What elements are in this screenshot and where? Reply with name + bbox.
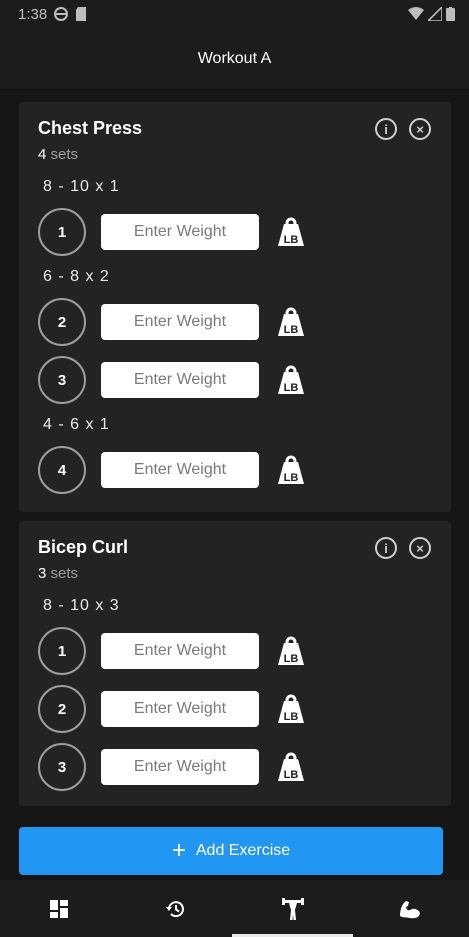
set-number: 2 <box>38 298 86 346</box>
exercise-name: Bicep Curl <box>38 537 129 557</box>
set-number: 1 <box>38 208 86 256</box>
exercise-set-count: 4 sets <box>38 146 78 163</box>
weight-unit-lb-icon[interactable]: LB <box>275 364 307 396</box>
set-row: 1 LB <box>38 627 328 675</box>
set-count-value: 4 <box>38 146 47 163</box>
weight-input[interactable] <box>101 362 259 398</box>
set-row: 2 LB <box>38 685 328 733</box>
nav-dashboard[interactable] <box>0 880 117 937</box>
rep-scheme-label: 6 - 8 x 2 <box>43 268 110 285</box>
set-row: 3 LB <box>38 743 328 791</box>
nav-history[interactable] <box>117 880 234 937</box>
exercise-name: Chest Press <box>38 118 143 138</box>
workout-icon <box>282 897 305 920</box>
page-title: Workout A <box>197 49 272 67</box>
set-row: 2 LB <box>38 298 328 346</box>
svg-text:LB: LB <box>284 653 299 665</box>
wifi-icon <box>408 7 424 20</box>
weight-input[interactable] <box>101 633 259 669</box>
set-count-suffix: sets <box>50 565 79 582</box>
battery-icon <box>446 7 455 21</box>
svg-text:LB: LB <box>284 234 299 246</box>
weight-unit-lb-icon[interactable]: LB <box>275 454 307 486</box>
muscle-icon <box>400 900 421 918</box>
exercise-set-count: 3 sets <box>38 565 78 582</box>
signal-icon <box>428 7 442 21</box>
weight-input[interactable] <box>101 691 259 727</box>
weight-input[interactable] <box>101 452 259 488</box>
svg-text:LB: LB <box>284 711 299 723</box>
dashboard-icon <box>49 899 68 918</box>
weight-unit-lb-icon[interactable]: LB <box>275 693 307 725</box>
vpn-icon <box>54 7 69 21</box>
weight-unit-lb-icon[interactable]: LB <box>275 216 307 248</box>
remove-exercise-icon[interactable]: × <box>409 537 431 559</box>
set-row: 4 LB <box>38 446 328 494</box>
nav-muscle[interactable] <box>352 880 469 937</box>
info-icon[interactable]: i <box>375 118 397 140</box>
set-count-suffix: sets <box>50 146 79 163</box>
exercise-card: Chest Press 4 sets i × 8 - 10 x 1 1 LB 6… <box>19 102 451 512</box>
set-row: 3 LB <box>38 356 328 404</box>
set-number: 3 <box>38 743 86 791</box>
history-icon <box>165 900 184 917</box>
add-exercise-button[interactable]: + Add Exercise <box>19 827 443 875</box>
status-time: 1:38 <box>18 5 48 23</box>
remove-exercise-icon[interactable]: × <box>409 118 431 140</box>
set-count-value: 3 <box>38 565 47 582</box>
bottom-navigation <box>0 880 469 937</box>
svg-text:LB: LB <box>284 769 299 781</box>
nav-workout[interactable] <box>235 880 352 937</box>
set-number: 4 <box>38 446 86 494</box>
info-icon[interactable]: i <box>375 537 397 559</box>
set-number: 3 <box>38 356 86 404</box>
set-number: 2 <box>38 685 86 733</box>
set-row: 1 LB <box>38 208 328 256</box>
exercise-list[interactable]: Chest Press 4 sets i × 8 - 10 x 1 1 LB 6… <box>0 90 469 880</box>
rep-scheme-label: 4 - 6 x 1 <box>43 416 110 433</box>
svg-text:LB: LB <box>284 382 299 394</box>
exercise-card: Bicep Curl 3 sets i × 8 - 10 x 3 1 LB 2 … <box>19 521 451 806</box>
svg-text:LB: LB <box>284 324 299 336</box>
add-exercise-label: Add Exercise <box>195 842 291 859</box>
app-bar: Workout A <box>0 28 469 90</box>
rep-scheme-label: 8 - 10 x 3 <box>43 597 120 614</box>
status-bar: 1:38 <box>0 0 469 28</box>
weight-input[interactable] <box>101 749 259 785</box>
set-number: 1 <box>38 627 86 675</box>
svg-text:LB: LB <box>284 472 299 484</box>
weight-input[interactable] <box>101 214 259 250</box>
weight-input[interactable] <box>101 304 259 340</box>
plus-icon: + <box>171 837 186 864</box>
rep-scheme-label: 8 - 10 x 1 <box>43 178 120 195</box>
weight-unit-lb-icon[interactable]: LB <box>275 635 307 667</box>
weight-unit-lb-icon[interactable]: LB <box>275 751 307 783</box>
sd-card-icon <box>76 7 87 21</box>
weight-unit-lb-icon[interactable]: LB <box>275 306 307 338</box>
